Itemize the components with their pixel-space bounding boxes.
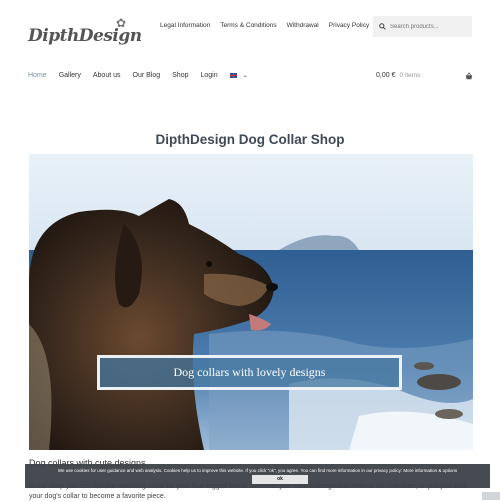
hero-banner: Dog collars with lovely designs — [97, 355, 402, 390]
legal-information-link[interactable]: Legal Information — [160, 22, 210, 29]
withdrawal-link[interactable]: Withdrawal — [287, 22, 319, 29]
basket-icon — [465, 72, 473, 80]
nav-home[interactable]: Home — [28, 72, 47, 79]
cookie-text: We use cookies for user guidance and web… — [57, 468, 458, 473]
uk-flag-icon — [229, 73, 237, 78]
nav-gallery[interactable]: Gallery — [59, 72, 81, 79]
cart-widget[interactable]: 0,00 € 0 items — [376, 72, 473, 80]
privacy-policy-link[interactable]: Privacy Policy — [329, 22, 369, 29]
search-icon — [379, 23, 386, 30]
terms-conditions-link[interactable]: Terms & Conditions — [220, 22, 276, 29]
chevron-down-icon: ⌄ — [242, 73, 248, 79]
cart-items-count: 0 items — [399, 72, 421, 79]
hero-image — [29, 154, 473, 450]
flower-icon: ✿ — [115, 16, 126, 30]
nav-our-blog[interactable]: Our Blog — [133, 72, 161, 79]
main-navigation: Home Gallery About us Our Blog Shop Logi… — [28, 72, 248, 79]
top-links: Legal Information Terms & Conditions Wit… — [160, 22, 369, 29]
nav-login[interactable]: Login — [201, 72, 218, 79]
search-box[interactable] — [373, 16, 472, 37]
search-input[interactable] — [390, 23, 460, 30]
language-selector[interactable]: ⌄ — [229, 72, 248, 79]
nav-shop[interactable]: Shop — [172, 72, 188, 79]
cookie-notice: We use cookies for user guidance and web… — [25, 464, 490, 488]
cart-amount: 0,00 € — [376, 72, 396, 79]
nav-about-us[interactable]: About us — [93, 72, 121, 79]
page-title: DipthDesign Dog Collar Shop — [155, 132, 345, 147]
site-logo[interactable]: DipthDesign ✿ — [28, 16, 142, 52]
recaptcha-badge[interactable] — [482, 492, 500, 500]
cookie-ok-button[interactable]: ok — [252, 475, 308, 484]
